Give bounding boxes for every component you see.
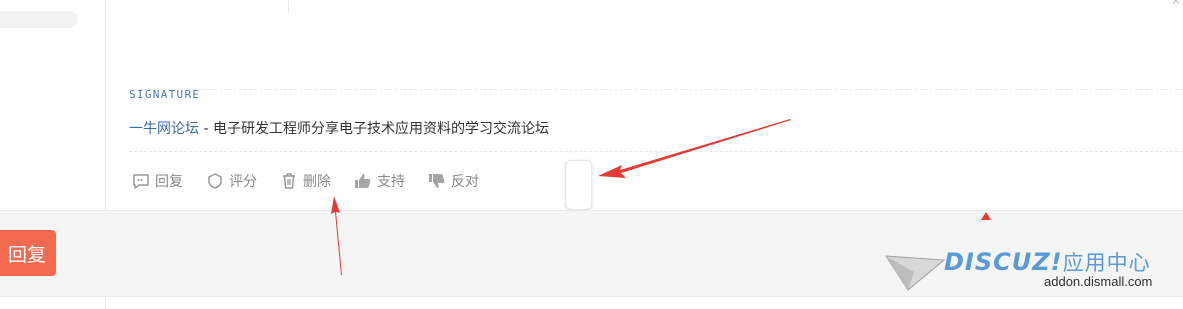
post-action-bar: 回复 评分 删除 支持 反对 xyxy=(131,171,501,191)
caret-up-icon xyxy=(981,212,991,220)
signature-top-divider xyxy=(129,89,1183,90)
reply-action[interactable]: 回复 xyxy=(131,171,183,191)
signature-heading: SIGNATURE xyxy=(129,88,201,101)
rate-action[interactable]: 评分 xyxy=(205,171,257,191)
signature-separator: - xyxy=(199,121,213,137)
delete-action-label: 删除 xyxy=(303,174,331,190)
signature-forum-link[interactable]: 一牛网论坛 xyxy=(129,121,199,137)
arrow-right-to-box xyxy=(598,119,791,178)
support-action[interactable]: 支持 xyxy=(353,171,405,191)
paper-plane-icon xyxy=(885,255,946,291)
reply-button[interactable]: 回复 xyxy=(0,230,56,276)
watermark-brand-en: DISCUZ! xyxy=(944,248,1063,276)
watermark-domain: addon.dismall.com xyxy=(1044,274,1153,289)
empty-highlight-box[interactable] xyxy=(565,160,592,210)
trash-icon xyxy=(279,171,299,191)
delete-action[interactable]: 删除 xyxy=(279,171,331,191)
badge-icon xyxy=(205,171,225,191)
oppose-action-label: 反对 xyxy=(451,174,479,190)
signature-line: 一牛网论坛 - 电子研发工程师分享电子技术应用资料的学习交流论坛 xyxy=(129,118,549,138)
thumbs-up-icon xyxy=(353,171,373,191)
comment-icon xyxy=(131,171,151,191)
reply-button-label: 回复 xyxy=(7,243,46,266)
support-action-label: 支持 xyxy=(377,174,405,190)
oppose-action[interactable]: 反对 xyxy=(427,171,479,191)
top-divider xyxy=(288,0,289,14)
author-info-placeholder xyxy=(0,11,78,28)
signature-description: 电子研发工程师分享电子技术应用资料的学习交流论坛 xyxy=(212,121,549,137)
more-icon[interactable]: ✕ xyxy=(1171,0,1181,8)
thumbs-down-icon xyxy=(427,171,447,191)
reply-action-label: 回复 xyxy=(155,174,183,190)
actions-divider xyxy=(129,151,1183,152)
watermark-brand: DISCUZ!应用中心 xyxy=(944,247,1151,277)
rate-action-label: 评分 xyxy=(229,174,257,190)
discuz-watermark: DISCUZ!应用中心 addon.dismall.com xyxy=(884,244,1174,304)
watermark-brand-cn: 应用中心 xyxy=(1062,251,1151,275)
